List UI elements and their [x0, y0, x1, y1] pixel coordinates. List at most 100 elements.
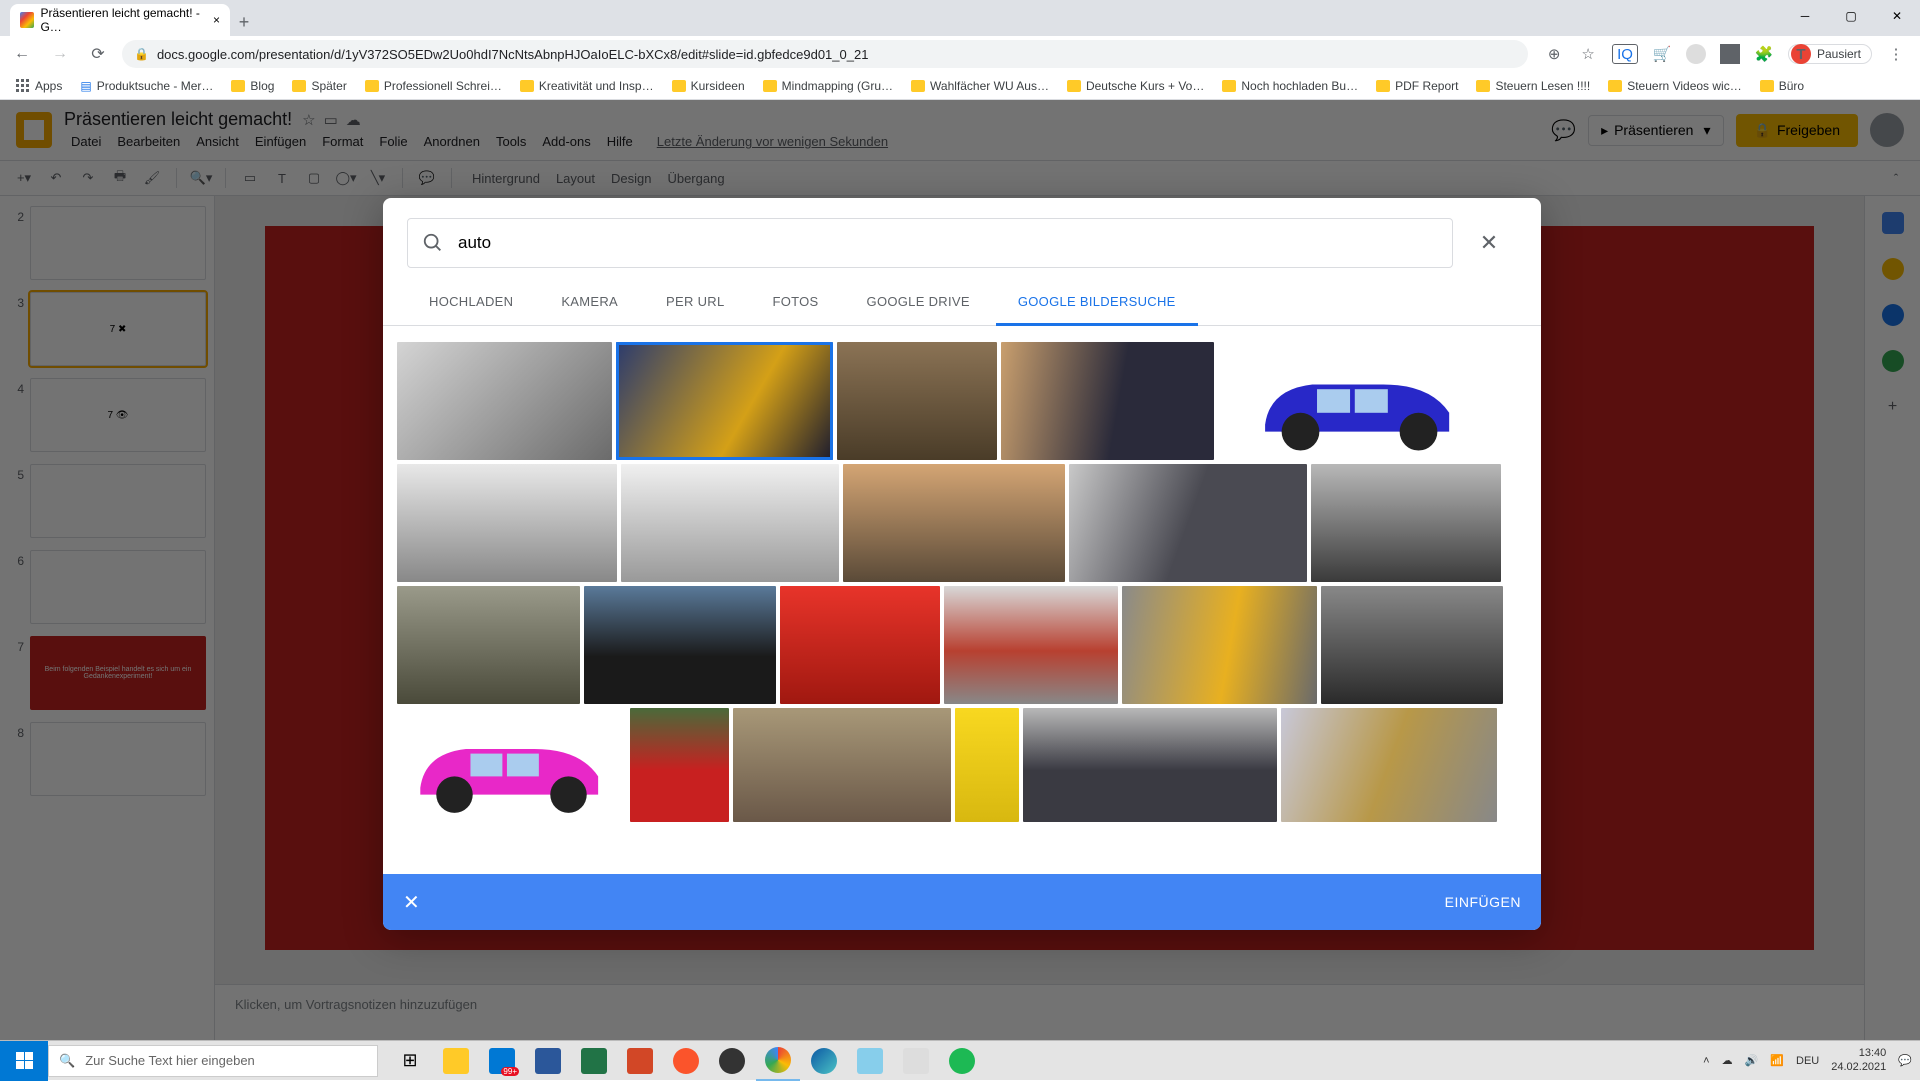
- start-button[interactable]: [0, 1041, 48, 1081]
- search-result-image[interactable]: [584, 586, 776, 704]
- tray-language[interactable]: DEU: [1796, 1055, 1819, 1067]
- close-dialog-button[interactable]: ✕: [1469, 223, 1509, 263]
- search-result-image[interactable]: [843, 464, 1065, 582]
- bookmark-item[interactable]: Noch hochladen Bu…: [1216, 77, 1364, 95]
- folder-icon: [1760, 80, 1774, 92]
- file-explorer-icon[interactable]: [434, 1041, 478, 1081]
- folder-icon: [292, 80, 306, 92]
- zoom-icon[interactable]: ⊕: [1544, 44, 1564, 64]
- mail-app-icon[interactable]: 99+: [480, 1041, 524, 1081]
- spotify-app-icon[interactable]: [940, 1041, 984, 1081]
- brave-app-icon[interactable]: [664, 1041, 708, 1081]
- extension-square-icon[interactable]: [1720, 44, 1740, 64]
- chrome-app-icon[interactable]: [756, 1041, 800, 1081]
- tab-close-icon[interactable]: ×: [213, 13, 220, 27]
- search-result-image[interactable]: [397, 708, 626, 822]
- image-source-tab[interactable]: KAMERA: [539, 280, 640, 325]
- bookmark-item[interactable]: Blog: [225, 77, 280, 95]
- word-app-icon[interactable]: [526, 1041, 570, 1081]
- image-source-tab[interactable]: FOTOS: [750, 280, 840, 325]
- cancel-selection-button[interactable]: ✕: [403, 890, 420, 915]
- minimize-button[interactable]: ─: [1782, 0, 1828, 32]
- maximize-button[interactable]: ▢: [1828, 0, 1874, 32]
- bookmark-label: Noch hochladen Bu…: [1241, 79, 1358, 93]
- image-search-box[interactable]: [407, 218, 1453, 268]
- search-result-image[interactable]: [1122, 586, 1317, 704]
- app-icon-2[interactable]: [894, 1041, 938, 1081]
- search-result-image[interactable]: [397, 342, 612, 460]
- image-source-tab[interactable]: GOOGLE DRIVE: [845, 280, 992, 325]
- powerpoint-app-icon[interactable]: [618, 1041, 662, 1081]
- bookmark-label: Büro: [1779, 79, 1804, 93]
- bookmark-item[interactable]: Wahlfächer WU Aus…: [905, 77, 1055, 95]
- image-source-tab[interactable]: HOCHLADEN: [407, 280, 535, 325]
- folder-icon: [231, 80, 245, 92]
- excel-app-icon[interactable]: [572, 1041, 616, 1081]
- extension-circle-icon[interactable]: [1686, 44, 1706, 64]
- back-button[interactable]: ←: [8, 40, 36, 68]
- search-result-image[interactable]: [616, 342, 833, 460]
- bookmark-item[interactable]: Mindmapping (Gru…: [757, 77, 899, 95]
- bookmark-item[interactable]: ▤Produktsuche - Mer…: [74, 77, 219, 95]
- new-tab-button[interactable]: +: [230, 8, 258, 36]
- profile-avatar: T: [1791, 44, 1811, 64]
- search-result-image[interactable]: [621, 464, 839, 582]
- image-source-tab[interactable]: GOOGLE BILDERSUCHE: [996, 280, 1198, 326]
- search-result-image[interactable]: [780, 586, 940, 704]
- search-result-image[interactable]: [630, 708, 729, 822]
- tray-date: 24.02.2021: [1831, 1061, 1886, 1074]
- bookmark-label: Kreativität und Insp…: [539, 79, 654, 93]
- tray-wifi-icon[interactable]: 📶: [1770, 1054, 1784, 1067]
- bookmark-item[interactable]: PDF Report: [1370, 77, 1464, 95]
- address-bar[interactable]: 🔒 docs.google.com/presentation/d/1yV372S…: [122, 40, 1528, 68]
- tray-clock[interactable]: 13:40 24.02.2021: [1831, 1047, 1886, 1073]
- profile-button[interactable]: T Pausiert: [1788, 44, 1872, 64]
- close-window-button[interactable]: ✕: [1874, 0, 1920, 32]
- bookmark-item[interactable]: Apps: [10, 77, 68, 95]
- insert-button[interactable]: EINFÜGEN: [1445, 894, 1521, 910]
- search-result-image[interactable]: [1281, 708, 1497, 822]
- bookmark-item[interactable]: Professionell Schrei…: [359, 77, 508, 95]
- search-result-image[interactable]: [397, 586, 580, 704]
- bookmark-label: Blog: [250, 79, 274, 93]
- search-result-image[interactable]: [1069, 464, 1307, 582]
- forward-button[interactable]: →: [46, 40, 74, 68]
- bookmark-item[interactable]: Büro: [1754, 77, 1810, 95]
- task-view-icon[interactable]: ⊞: [388, 1041, 432, 1081]
- tray-volume-icon[interactable]: 🔊: [1745, 1054, 1759, 1067]
- bookmark-item[interactable]: Steuern Lesen !!!!: [1470, 77, 1596, 95]
- search-result-image[interactable]: [733, 708, 951, 822]
- bookmark-label: Kursideen: [691, 79, 745, 93]
- search-result-image[interactable]: [1321, 586, 1503, 704]
- chrome-menu-icon[interactable]: ⋮: [1886, 44, 1906, 64]
- obs-app-icon[interactable]: [710, 1041, 754, 1081]
- tray-chevron-icon[interactable]: ˄: [1703, 1055, 1709, 1067]
- tray-onedrive-icon[interactable]: ☁: [1722, 1054, 1733, 1067]
- search-result-image[interactable]: [1218, 342, 1501, 460]
- search-result-image[interactable]: [1023, 708, 1277, 822]
- image-source-tab[interactable]: PER URL: [644, 280, 746, 325]
- search-result-image[interactable]: [837, 342, 997, 460]
- notepad-app-icon[interactable]: [848, 1041, 892, 1081]
- bookmark-item[interactable]: Später: [286, 77, 352, 95]
- search-result-image[interactable]: [1001, 342, 1214, 460]
- search-result-image[interactable]: [955, 708, 1019, 822]
- search-result-image[interactable]: [944, 586, 1118, 704]
- image-search-input[interactable]: [458, 233, 1438, 253]
- bookmark-item[interactable]: Steuern Videos wic…: [1602, 77, 1748, 95]
- folder-icon: [672, 80, 686, 92]
- extensions-menu-icon[interactable]: 🧩: [1754, 44, 1774, 64]
- bookmark-item[interactable]: Kreativität und Insp…: [514, 77, 660, 95]
- browser-tab[interactable]: Präsentieren leicht gemacht! - G… ×: [10, 4, 230, 36]
- extension-cart-icon[interactable]: 🛒: [1652, 44, 1672, 64]
- notifications-icon[interactable]: 💬: [1898, 1054, 1912, 1067]
- reload-button[interactable]: ⟳: [84, 40, 112, 68]
- edge-app-icon[interactable]: [802, 1041, 846, 1081]
- bookmark-item[interactable]: Kursideen: [666, 77, 751, 95]
- bookmark-item[interactable]: Deutsche Kurs + Vo…: [1061, 77, 1210, 95]
- extension-iq-icon[interactable]: IQ: [1612, 44, 1638, 64]
- star-icon[interactable]: ☆: [1578, 44, 1598, 64]
- search-result-image[interactable]: [1311, 464, 1501, 582]
- search-result-image[interactable]: [397, 464, 617, 582]
- taskbar-search[interactable]: 🔍 Zur Suche Text hier eingeben: [48, 1045, 378, 1077]
